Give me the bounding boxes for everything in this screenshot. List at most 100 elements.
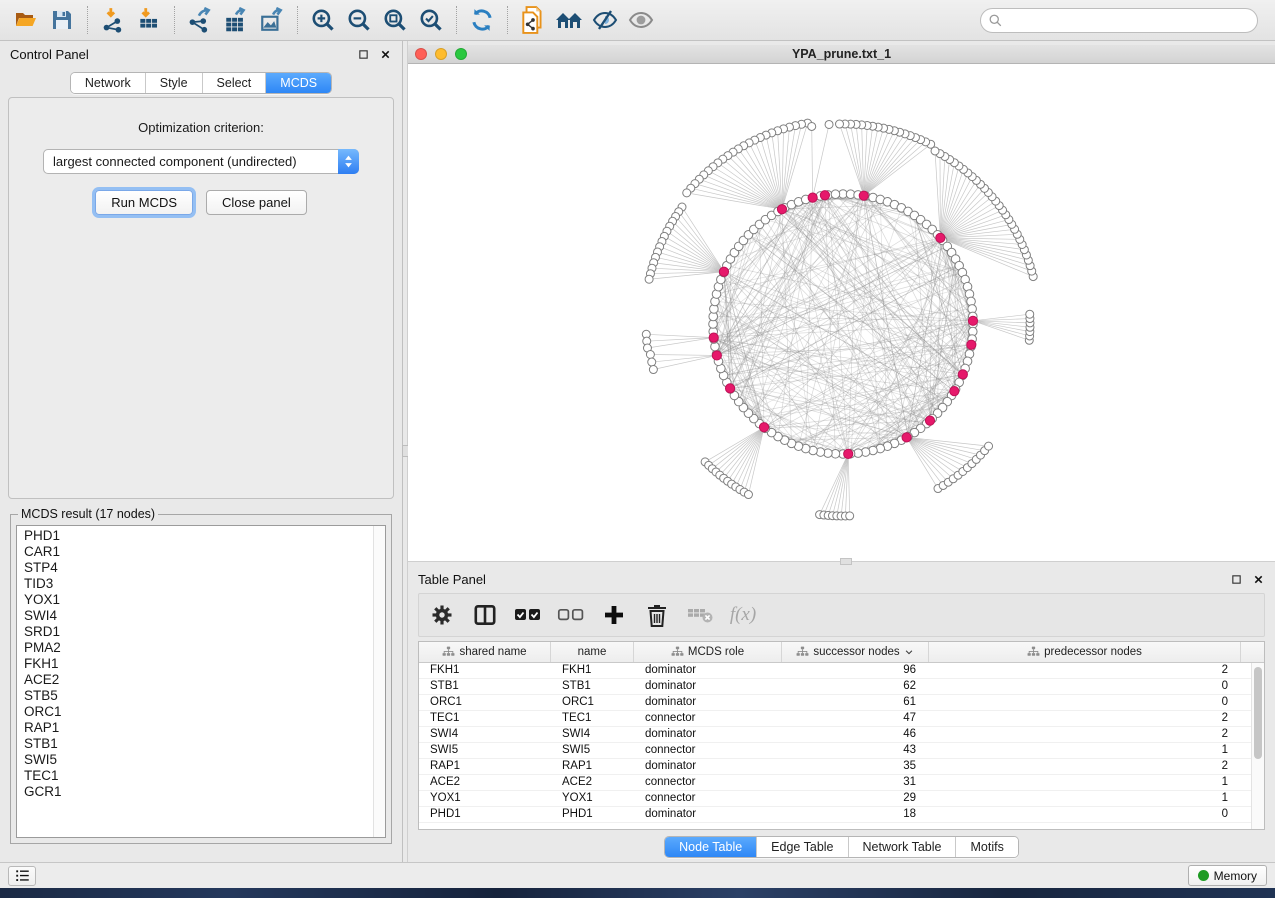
table-settings-button[interactable] [429,602,455,628]
table-row[interactable]: FKH1FKH1dominator962 [419,663,1264,679]
network-leaf-node[interactable] [649,366,657,374]
mcds-node[interactable] [759,423,768,432]
result-list-item[interactable]: FKH1 [24,656,371,672]
result-list-item[interactable]: STB1 [24,736,371,752]
network-leaf-node[interactable] [825,120,833,128]
import-network-button[interactable] [95,4,131,36]
node-table[interactable]: shared namenameMCDS rolesuccessor nodesp… [418,641,1265,830]
table-scrollbar-thumb[interactable] [1254,667,1262,759]
table-row[interactable]: SWI5SWI5connector431 [419,743,1264,759]
result-list-item[interactable]: ACE2 [24,672,371,688]
result-list-item[interactable]: CAR1 [24,544,371,560]
network-leaf-node[interactable] [808,122,816,130]
open-file-button[interactable] [8,4,44,36]
table-row[interactable]: YOX1YOX1connector291 [419,791,1264,807]
close-panel-button[interactable]: Close panel [206,190,307,215]
network-leaf-node[interactable] [646,351,654,359]
column-header-shared-name[interactable]: shared name [419,642,551,662]
mcds-node[interactable] [844,449,853,458]
network-leaf-node[interactable] [1026,310,1034,318]
splitter-grip-icon[interactable] [840,558,852,565]
show-panel-button[interactable] [623,4,659,36]
mcds-node[interactable] [967,340,976,349]
column-header-successor-nodes[interactable]: successor nodes [782,642,929,662]
import-table-button[interactable] [131,4,167,36]
mcds-node[interactable] [712,351,721,360]
network-leaf-node[interactable] [683,189,691,197]
zoom-out-button[interactable] [341,4,377,36]
export-image-button[interactable] [254,4,290,36]
apply-layout-button[interactable] [464,4,500,36]
mcds-node[interactable] [709,333,718,342]
mcds-node[interactable] [719,267,728,276]
mcds-node[interactable] [820,191,829,200]
mcds-node[interactable] [725,384,734,393]
tab-mcds[interactable]: MCDS [266,73,331,93]
network-leaf-node[interactable] [931,147,939,155]
task-history-button[interactable] [8,866,36,886]
add-column-button[interactable] [601,602,627,628]
select-all-button[interactable] [515,602,541,628]
zoom-in-button[interactable] [305,4,341,36]
result-list-item[interactable]: SWI4 [24,608,371,624]
table-tab-network-table[interactable]: Network Table [849,837,957,857]
search-input[interactable] [1007,14,1250,28]
deselect-all-button[interactable] [558,602,584,628]
result-list-item[interactable]: PHD1 [24,528,371,544]
result-list-item[interactable]: RAP1 [24,720,371,736]
network-leaf-node[interactable] [836,120,844,128]
result-list-item[interactable]: GCR1 [24,784,371,800]
save-session-button[interactable] [44,4,80,36]
mcds-node[interactable] [808,193,817,202]
table-tab-node-table[interactable]: Node Table [665,837,757,857]
export-network-button[interactable] [182,4,218,36]
column-header-MCDS-role[interactable]: MCDS role [634,642,782,662]
column-header-name[interactable]: name [551,642,634,662]
table-row[interactable]: STB1STB1dominator620 [419,679,1264,695]
search-box[interactable] [980,8,1258,33]
delete-column-button[interactable] [644,602,670,628]
column-layout-button[interactable] [472,602,498,628]
table-tab-edge-table[interactable]: Edge Table [757,837,848,857]
network-node[interactable] [831,190,840,199]
mcds-node[interactable] [958,370,967,379]
result-list-item[interactable]: STP4 [24,560,371,576]
table-row[interactable]: PHD1PHD1dominator180 [419,807,1264,823]
close-panel-icon[interactable] [1252,573,1265,586]
network-window-titlebar[interactable]: YPA_prune.txt_1 [408,45,1275,64]
result-list-item[interactable]: TEC1 [24,768,371,784]
result-list-scrollbar[interactable] [373,526,385,837]
result-list-item[interactable]: PMA2 [24,640,371,656]
network-leaf-node[interactable] [846,512,854,520]
network-home-button[interactable] [551,4,587,36]
export-table-button[interactable] [218,4,254,36]
mcds-result-list[interactable]: PHD1CAR1STP4TID3YOX1SWI4SRD1PMA2FKH1ACE2… [16,525,386,838]
mcds-node[interactable] [777,205,786,214]
result-list-item[interactable]: SWI5 [24,752,371,768]
result-list-item[interactable]: STB5 [24,688,371,704]
close-panel-icon[interactable] [379,48,392,61]
network-leaf-node[interactable] [648,358,656,366]
run-mcds-button[interactable]: Run MCDS [95,190,193,215]
tab-style[interactable]: Style [146,73,203,93]
float-panel-icon[interactable] [1230,573,1243,586]
network-view[interactable] [408,64,1275,561]
hide-panel-button[interactable] [587,4,623,36]
mcds-node[interactable] [968,316,977,325]
zoom-selected-button[interactable] [413,4,449,36]
zoom-fit-button[interactable] [377,4,413,36]
network-leaf-node[interactable] [645,275,653,283]
result-list-item[interactable]: YOX1 [24,592,371,608]
table-row[interactable]: RAP1RAP1dominator352 [419,759,1264,775]
mcds-node[interactable] [936,233,945,242]
share-network-button[interactable] [515,4,551,36]
column-header-predecessor-nodes[interactable]: predecessor nodes [929,642,1241,662]
table-scrollbar[interactable] [1251,663,1264,829]
criterion-select[interactable]: largest connected component (undirected) [43,149,359,174]
mcds-node[interactable] [925,416,934,425]
table-tab-motifs[interactable]: Motifs [956,837,1017,857]
table-row[interactable]: TEC1TEC1connector472 [419,711,1264,727]
mcds-node[interactable] [950,387,959,396]
table-row[interactable]: SWI4SWI4dominator462 [419,727,1264,743]
mcds-node[interactable] [902,433,911,442]
